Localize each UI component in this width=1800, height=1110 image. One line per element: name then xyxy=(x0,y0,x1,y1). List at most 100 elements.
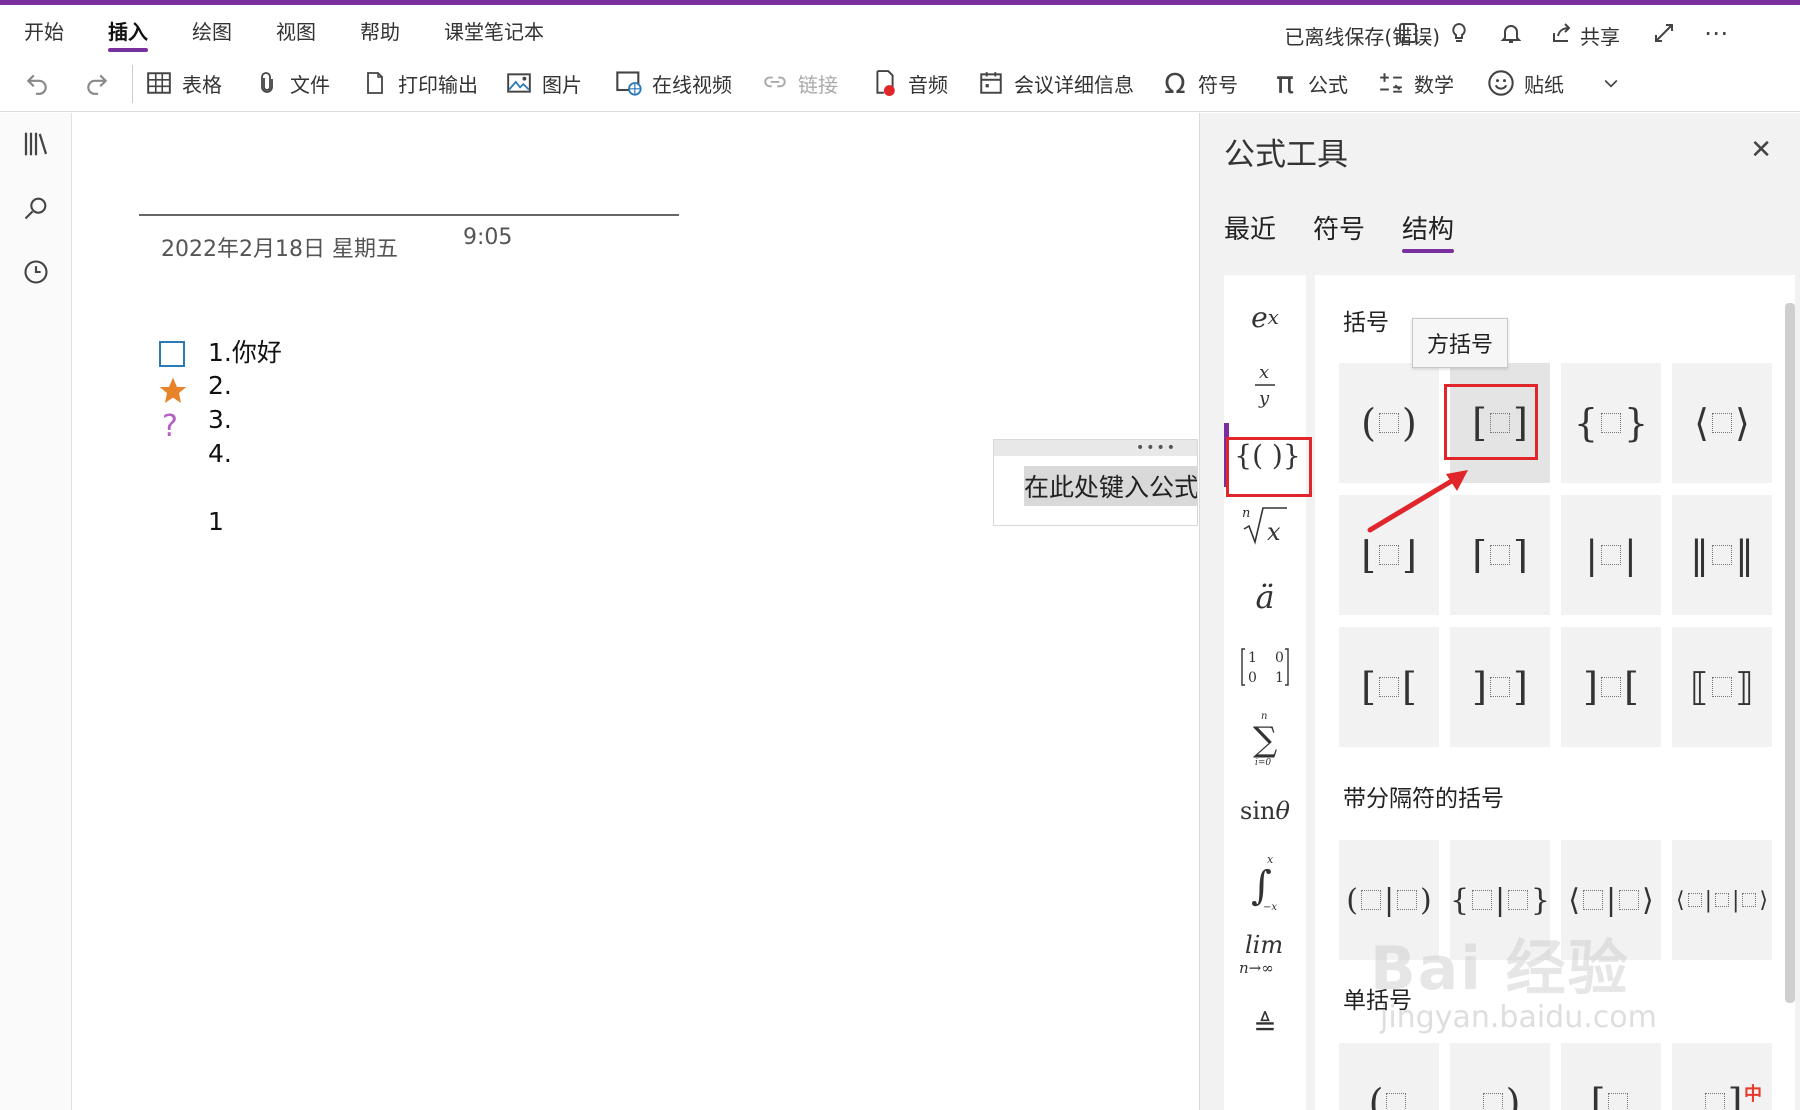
tab-home[interactable]: 开始 xyxy=(24,16,64,45)
note-line-2[interactable]: 2. xyxy=(208,371,232,400)
svg-text:i=0: i=0 xyxy=(1255,758,1271,768)
search-icon[interactable] xyxy=(19,191,53,225)
page-title-line[interactable] xyxy=(139,214,679,216)
bell-icon[interactable] xyxy=(1495,17,1527,49)
share-icon[interactable] xyxy=(1546,17,1578,49)
omega-icon: Ω xyxy=(1164,66,1186,100)
calendar-icon xyxy=(976,68,1006,98)
picture-label: 图片 xyxy=(542,72,582,97)
more-options-icon[interactable]: ⋯ xyxy=(1700,17,1732,49)
onenote-window: 开始 插入 绘图 视图 帮助 课堂笔记本 已离线保存(错误) 共享 ⋯ 表格 文… xyxy=(0,0,1800,1110)
page-view-icon[interactable] xyxy=(1392,17,1424,49)
accent-category[interactable]: ä xyxy=(1224,565,1306,629)
tab-insert[interactable]: 插入 xyxy=(108,16,148,52)
fraction-category[interactable]: xy xyxy=(1224,353,1306,417)
todo-checkbox[interactable] xyxy=(159,341,185,367)
single-left-bracket-structure[interactable]: [ xyxy=(1561,1043,1661,1110)
notebooks-icon[interactable] xyxy=(19,127,53,161)
drag-handle-icon[interactable]: •••• xyxy=(1136,440,1177,456)
table-label: 表格 xyxy=(182,72,222,97)
ime-indicator[interactable]: 中 xyxy=(1744,1080,1762,1106)
angle-double-separator-structure[interactable]: ⟨ | | ⟩ xyxy=(1672,840,1772,960)
sticker-button[interactable]: 贴纸 xyxy=(1486,65,1564,101)
radical-category[interactable]: nx xyxy=(1224,493,1306,557)
audio-icon xyxy=(870,68,900,98)
svg-text:∑: ∑ xyxy=(1253,720,1277,760)
note-line-3[interactable]: 3. xyxy=(208,405,232,434)
note-line-1[interactable]: 1.你好 xyxy=(208,333,282,369)
norm-structure[interactable]: ‖ ‖ xyxy=(1672,495,1772,615)
undo-icon xyxy=(22,68,52,98)
tab-draw[interactable]: 绘图 xyxy=(192,16,232,45)
svg-text:x: x xyxy=(1267,518,1281,546)
page-canvas[interactable]: 2022年2月18日 星期五 9:05 1.你好 2. ? 3. 4. 1 ••… xyxy=(73,113,1198,1110)
math-button[interactable]: 数学 xyxy=(1376,65,1454,101)
audio-button[interactable]: 音频 xyxy=(870,65,948,101)
audio-label: 音频 xyxy=(908,72,948,97)
tab-help[interactable]: 帮助 xyxy=(360,16,400,45)
abs-structure[interactable]: | | xyxy=(1561,495,1661,615)
section-brackets-separators: 带分隔符的括号 xyxy=(1343,786,1504,812)
function-category[interactable]: sin θ xyxy=(1224,779,1306,843)
online-video-button[interactable]: 在线视频 xyxy=(614,65,732,101)
operator-category[interactable]: ≜ xyxy=(1224,993,1306,1057)
single-left-paren-structure[interactable]: ( xyxy=(1339,1043,1439,1110)
script-category[interactable]: ex xyxy=(1224,285,1306,349)
page-time: 9:05 xyxy=(463,225,513,250)
svg-text:1: 1 xyxy=(1275,670,1284,686)
link-icon xyxy=(760,68,790,98)
equation-button[interactable]: π 公式 xyxy=(1270,65,1348,101)
tab-class-notebook[interactable]: 课堂笔记本 xyxy=(444,16,544,45)
single-right-paren-structure[interactable]: ) xyxy=(1450,1043,1550,1110)
pi-icon: π xyxy=(1275,65,1295,101)
tab-structures[interactable]: 结构 xyxy=(1402,209,1455,253)
svg-text:lim: lim xyxy=(1245,931,1283,959)
picture-button[interactable]: 图片 xyxy=(504,65,582,101)
table-icon xyxy=(144,68,174,98)
tab-view[interactable]: 视图 xyxy=(276,16,316,45)
large-operator-category[interactable]: n ∑ i=0 xyxy=(1224,707,1306,771)
note-line-5[interactable]: 1 xyxy=(208,507,224,536)
star-icon xyxy=(159,377,187,403)
reversed-bracket-structure[interactable]: ][ xyxy=(1561,627,1661,747)
curly-braces-structure[interactable]: {} xyxy=(1561,363,1661,483)
svg-text:0: 0 xyxy=(1248,670,1257,686)
table-button[interactable]: 表格 xyxy=(144,65,222,101)
integral-category[interactable]: x ∫ −x xyxy=(1224,851,1306,915)
section-brackets: 括号 xyxy=(1343,310,1389,336)
structure-categories: ex xy {( )} nx ä 1001 n ∑ i=0 sin θ x ∫ −x l… xyxy=(1224,275,1306,1110)
share-button[interactable]: 共享 xyxy=(1580,21,1620,50)
symbol-button[interactable]: Ω 符号 xyxy=(1160,65,1238,101)
redo-icon xyxy=(82,68,112,98)
limit-category[interactable]: lim n→∞ xyxy=(1224,923,1306,987)
more-toolbar-button[interactable] xyxy=(1596,65,1634,101)
redo-button[interactable] xyxy=(82,65,120,101)
meeting-details-button[interactable]: 会议详细信息 xyxy=(976,65,1134,101)
file-button[interactable]: 文件 xyxy=(252,65,330,101)
left-bracket-structure[interactable]: [[ xyxy=(1339,627,1439,747)
printout-label: 打印输出 xyxy=(398,72,478,97)
angle-brackets-structure[interactable]: ⟨ ⟩ xyxy=(1672,363,1772,483)
note-line-4[interactable]: 4. xyxy=(208,439,232,468)
smiley-icon xyxy=(1486,68,1516,98)
highlight-box-bracket-category xyxy=(1226,437,1312,497)
expand-icon[interactable] xyxy=(1648,17,1680,49)
undo-button[interactable] xyxy=(22,65,60,101)
link-button[interactable]: 链接 xyxy=(760,65,838,101)
matrix-category[interactable]: 1 0 0 1 xyxy=(1224,635,1306,699)
online-video-label: 在线视频 xyxy=(652,72,732,97)
tab-symbols[interactable]: 符号 xyxy=(1313,209,1365,246)
equation-input[interactable]: 在此处键入公式 xyxy=(1024,466,1197,506)
tab-recent[interactable]: 最近 xyxy=(1224,209,1276,246)
lightbulb-icon[interactable] xyxy=(1443,17,1475,49)
active-tab-underline xyxy=(108,48,148,52)
close-icon[interactable]: ✕ xyxy=(1750,135,1772,165)
watermark-logo: Bai 经验 xyxy=(1370,934,1630,1004)
ribbon-tabs: 开始 插入 绘图 视图 帮助 课堂笔记本 已离线保存(错误) 共享 ⋯ xyxy=(0,5,1800,55)
printout-button[interactable]: 打印输出 xyxy=(360,65,478,101)
equation-container[interactable]: •••• 在此处键入公式 xyxy=(993,439,1198,526)
recent-icon[interactable] xyxy=(19,255,53,289)
double-bracket-structure[interactable]: ⟦ ⟧ xyxy=(1672,627,1772,747)
right-bracket-structure[interactable]: ]] xyxy=(1450,627,1550,747)
gallery-scrollbar[interactable] xyxy=(1785,303,1795,1003)
